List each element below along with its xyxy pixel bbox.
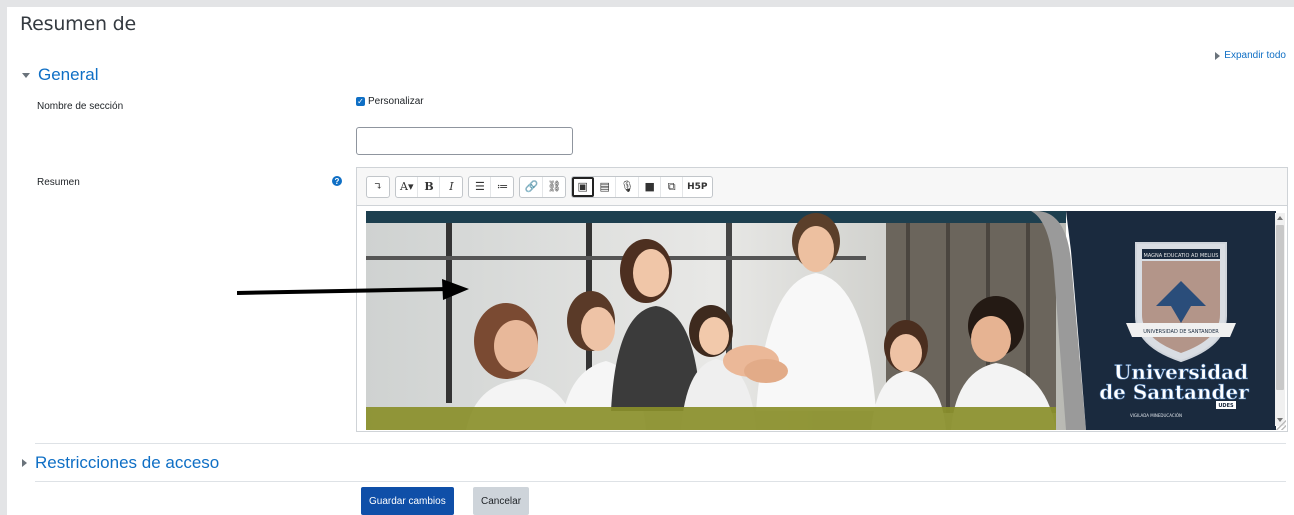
- caret-right-icon: [22, 459, 27, 467]
- image-icon[interactable]: ▣: [572, 176, 595, 197]
- record-video-icon[interactable]: ■: [639, 176, 662, 197]
- annotation-arrow-icon: [237, 279, 469, 300]
- toolbar-group: A▾ B I: [395, 175, 464, 198]
- expand-all-link[interactable]: Expandir todo: [1215, 50, 1286, 61]
- help-icon[interactable]: ?: [332, 176, 342, 186]
- expand-all-label: Expandir todo: [1224, 50, 1286, 61]
- logo-ribbon-text: UNIVERSIDAD DE SANTANDER: [1143, 329, 1219, 335]
- logo-top-text: MAGNA EDUCATIO AD MELIUS: [1144, 253, 1219, 259]
- section-general-toggle[interactable]: General: [22, 65, 98, 85]
- section-restricciones-toggle[interactable]: Restricciones de acceso: [22, 453, 219, 473]
- section-divider: [35, 481, 1286, 482]
- logo-name-2: de Santander: [1099, 380, 1249, 404]
- record-audio-icon[interactable]: 🎙: [616, 176, 640, 197]
- toolbar-group: ☰ ≔: [468, 175, 515, 198]
- logo-footer: VIGILADA MINEDUCACIÓN: [1130, 413, 1182, 418]
- personalizar-label: Personalizar: [368, 96, 424, 107]
- caret-right-icon: [1215, 51, 1221, 60]
- h5p-icon[interactable]: H5P: [683, 177, 711, 197]
- page: Resumen de Expandir todo General Nombre …: [7, 7, 1294, 515]
- italic-icon[interactable]: I: [440, 177, 462, 197]
- page-title: Resumen de: [20, 13, 137, 35]
- toggle-toolbar-icon[interactable]: ↴: [367, 177, 389, 197]
- nombre-seccion-input[interactable]: [356, 127, 573, 155]
- editor-toolbar: ↴ A▾ B I ☰ ≔ 🔗 ⛓ ▣ ▤ 🎙 ■ ⧉ H5P: [357, 168, 1287, 206]
- personalizar-checkbox[interactable]: ✓: [356, 97, 365, 106]
- scroll-thumb[interactable]: [1276, 225, 1284, 390]
- scroll-up-icon[interactable]: [1277, 216, 1283, 220]
- logo-badge: UDES: [1218, 403, 1234, 409]
- banner-photo-graphic: MAGNA EDUCATIO AD MELIUS UNIVERSIDAD DE …: [366, 211, 1276, 430]
- manage-files-icon[interactable]: ⧉: [661, 176, 684, 197]
- nombre-seccion-label: Nombre de sección: [37, 101, 124, 112]
- unlink-icon[interactable]: ⛓: [543, 177, 565, 197]
- caret-down-icon: [22, 72, 30, 78]
- resumen-label: Resumen: [37, 177, 80, 188]
- toolbar-group: 🔗 ⛓: [519, 175, 567, 198]
- bold-icon[interactable]: B: [418, 176, 441, 197]
- rich-text-editor: ↴ A▾ B I ☰ ≔ 🔗 ⛓ ▣ ▤ 🎙 ■ ⧉ H5P MAGNA EDU…: [356, 167, 1288, 432]
- section-general-title: General: [38, 65, 99, 84]
- cancel-button[interactable]: Cancelar: [473, 487, 530, 515]
- banner-image: MAGNA EDUCATIO AD MELIUS UNIVERSIDAD DE …: [366, 211, 1276, 430]
- link-icon[interactable]: 🔗: [520, 176, 544, 197]
- toolbar-group: ▣ ▤ 🎙 ■ ⧉ H5P: [571, 175, 713, 198]
- ordered-list-icon[interactable]: ≔: [491, 177, 513, 197]
- personalizar-checkbox-row[interactable]: ✓ Personalizar: [356, 96, 424, 107]
- media-icon[interactable]: ▤: [594, 176, 617, 197]
- resize-grip-icon[interactable]: [1276, 420, 1286, 430]
- section-restricciones-title: Restricciones de acceso: [35, 453, 220, 472]
- editor-scrollbar[interactable]: [1275, 213, 1285, 426]
- editor-content[interactable]: MAGNA EDUCATIO AD MELIUS UNIVERSIDAD DE …: [357, 207, 1287, 431]
- font-size-icon[interactable]: A▾: [396, 176, 419, 197]
- unordered-list-icon[interactable]: ☰: [469, 176, 492, 197]
- toolbar-group: ↴: [366, 175, 390, 198]
- section-divider: [35, 443, 1286, 444]
- save-button[interactable]: Guardar cambios: [361, 487, 454, 515]
